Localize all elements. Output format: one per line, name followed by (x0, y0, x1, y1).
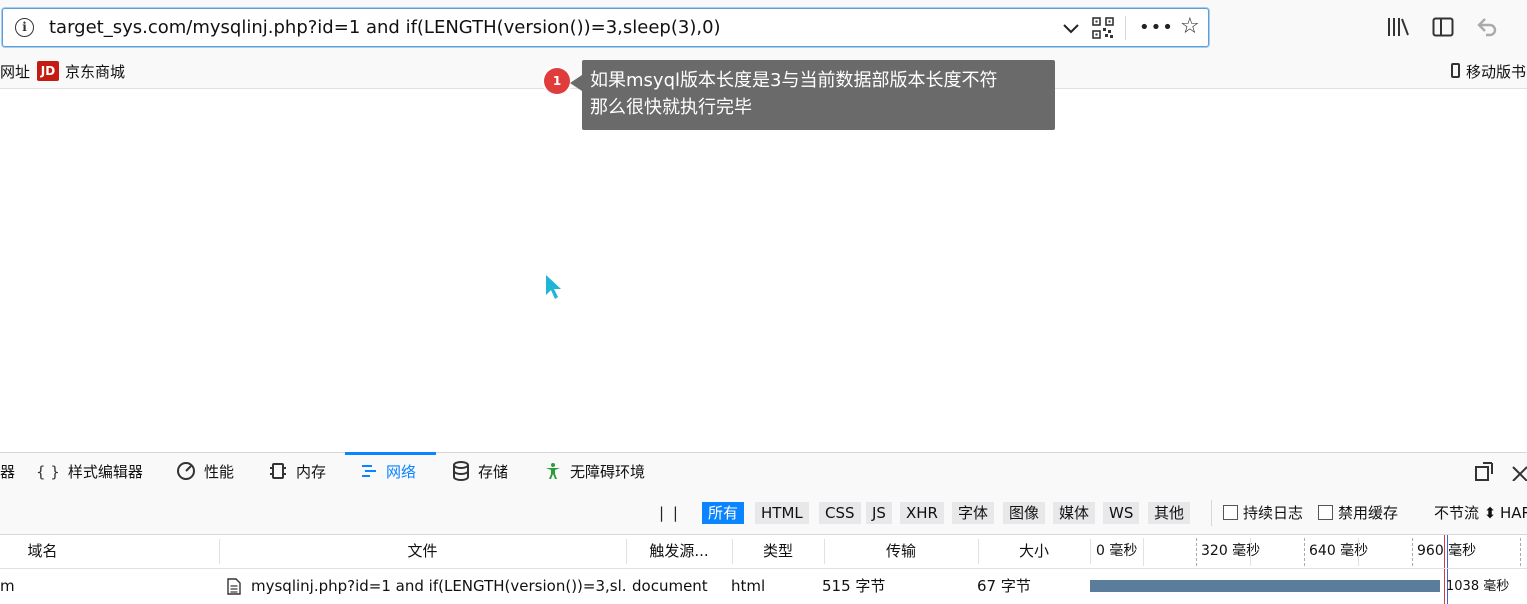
timeline-tick (1358, 538, 1359, 566)
document-icon (227, 578, 241, 595)
annotation-badge: 1 (544, 68, 570, 94)
cell-transferred: 515 字节 (822, 577, 886, 595)
undo-arrow-icon[interactable] (1476, 16, 1498, 38)
bookmark-partial[interactable]: 网址 (0, 61, 30, 82)
tab-label: 无障碍环境 (570, 463, 646, 481)
dom-content-loaded-marker (1444, 535, 1445, 568)
throttle-select[interactable]: 不节流 ⬍ (1434, 502, 1496, 524)
cell-file: mysqlinj.php?id=1 and if(LENGTH(version(… (251, 577, 626, 595)
column-type[interactable]: 类型 (733, 535, 823, 568)
filter-js[interactable]: JS (866, 502, 892, 524)
browser-toolbar: i target_sys.com/mysqlinj.php?id=1 and i… (0, 0, 1527, 57)
gauge-icon (176, 453, 196, 492)
column-file[interactable]: 文件 (220, 535, 625, 568)
timeline-label: 320 毫秒 (1201, 543, 1261, 559)
tab-performance[interactable]: 性能 (176, 453, 234, 492)
url-bar[interactable]: i target_sys.com/mysqlinj.php?id=1 and i… (2, 8, 1209, 47)
request-table-header: 域名 文件 触发源... 类型 传输 大小 0 毫秒 320 毫秒 640 毫秒… (0, 535, 1527, 569)
bookmark-jd[interactable]: 京东商城 (65, 61, 125, 82)
tab-style-editor[interactable]: { } 样式编辑器 (36, 453, 143, 492)
library-icon[interactable] (1386, 16, 1410, 38)
accessibility-icon (544, 453, 562, 492)
waterfall-bar (1090, 580, 1440, 592)
tab-label: 存储 (478, 463, 509, 481)
tab-label: 器 (0, 463, 16, 481)
devtools-tabbar: 器 { } 样式编辑器 性能 内存 网络 存储 无障碍环境 (0, 452, 1527, 493)
cell-domain: m (0, 577, 15, 595)
braces-icon: { } (36, 463, 60, 481)
qr-code-icon[interactable] (1092, 17, 1114, 39)
column-cause[interactable]: 触发源... (627, 535, 731, 568)
filter-images[interactable]: 图像 (1003, 502, 1046, 524)
filter-html[interactable]: HTML (755, 502, 809, 524)
bookmark-mobile[interactable]: 移动版书 (1466, 61, 1526, 82)
annotation-tooltip: 如果msyql版本长度是3与当前数据部版本长度不符 那么很快就执行完毕 (582, 60, 1055, 130)
dock-icon[interactable] (1474, 462, 1494, 482)
chevron-down-icon[interactable] (1061, 18, 1081, 38)
timeline-tick (1412, 538, 1413, 566)
persist-log-label: 持续日志 (1243, 504, 1304, 522)
column-domain[interactable]: 域名 (0, 535, 85, 568)
tab-network[interactable]: 网络 (360, 453, 416, 492)
filter-ws[interactable]: WS (1103, 502, 1140, 524)
tab-storage[interactable]: 存储 (452, 453, 508, 492)
tab-label: 网络 (386, 463, 417, 481)
filter-all[interactable]: 所有 (702, 502, 745, 524)
memory-icon (268, 453, 288, 492)
annotation-arrow (570, 75, 582, 91)
har-menu[interactable]: HAR (1500, 502, 1527, 524)
filter-other[interactable]: 其他 (1148, 502, 1191, 524)
persist-log-checkbox[interactable] (1223, 505, 1238, 520)
tab-label: 内存 (296, 463, 327, 481)
disable-cache-label: 禁用缓存 (1338, 504, 1399, 522)
timeline-tick (1143, 538, 1144, 566)
column-size[interactable]: 大小 (979, 535, 1089, 568)
tab-accessibility[interactable]: 无障碍环境 (544, 453, 645, 492)
page-actions-more-icon[interactable]: ••• (1139, 17, 1174, 38)
filter-fonts[interactable]: 字体 (952, 502, 995, 524)
load-marker (1447, 535, 1448, 568)
table-row[interactable]: m mysqlinj.php?id=1 and if(LENGTH(versio… (0, 569, 1527, 604)
mouse-cursor-icon (546, 275, 561, 299)
filter-xhr[interactable]: XHR (900, 502, 944, 524)
timeline-tick (1304, 538, 1305, 566)
bookmark-star-icon[interactable]: ☆ (1180, 15, 1200, 39)
timeline-label: 0 毫秒 (1096, 543, 1138, 559)
column-transferred[interactable]: 传输 (825, 535, 977, 568)
mobile-phone-icon (1451, 63, 1460, 78)
cell-duration: 1038 毫秒 (1446, 579, 1510, 594)
network-filter-bar: | | 所有 HTML CSS JS XHR 字体 图像 媒体 WS 其他 持续… (0, 492, 1527, 535)
database-icon (452, 453, 470, 492)
tab-inspector[interactable]: 器 (0, 453, 15, 492)
dom-content-loaded-marker (1444, 569, 1445, 604)
tab-memory[interactable]: 内存 (268, 453, 326, 492)
timeline-tick (1520, 538, 1521, 566)
cell-size: 67 字节 (977, 577, 1031, 595)
tab-label: 样式编辑器 (67, 463, 143, 481)
site-info-icon[interactable]: i (15, 18, 34, 37)
timeline-label: 640 毫秒 (1309, 543, 1369, 559)
disable-cache-checkbox[interactable] (1318, 505, 1333, 520)
pause-button[interactable]: | | (659, 504, 680, 522)
annotation-line-1: 如果msyql版本长度是3与当前数据部版本长度不符 (590, 70, 998, 91)
timeline-tick (1250, 538, 1251, 566)
filter-media[interactable]: 媒体 (1053, 502, 1096, 524)
column-separator (1090, 539, 1091, 564)
cell-cause: document (632, 577, 708, 595)
cell-type: html (731, 577, 766, 595)
timeline-tick (1196, 538, 1197, 566)
close-icon[interactable] (1510, 464, 1527, 481)
filter-separator (1211, 500, 1212, 526)
annotation-line-2: 那么很快就执行完毕 (590, 97, 752, 118)
sidebar-icon[interactable] (1432, 17, 1454, 37)
network-icon (360, 453, 378, 492)
url-separator (1125, 16, 1126, 40)
tab-label: 性能 (204, 463, 235, 481)
url-text[interactable]: target_sys.com/mysqlinj.php?id=1 and if(… (49, 17, 721, 39)
filter-css[interactable]: CSS (819, 502, 861, 524)
jd-logo-icon: JD (37, 61, 59, 81)
